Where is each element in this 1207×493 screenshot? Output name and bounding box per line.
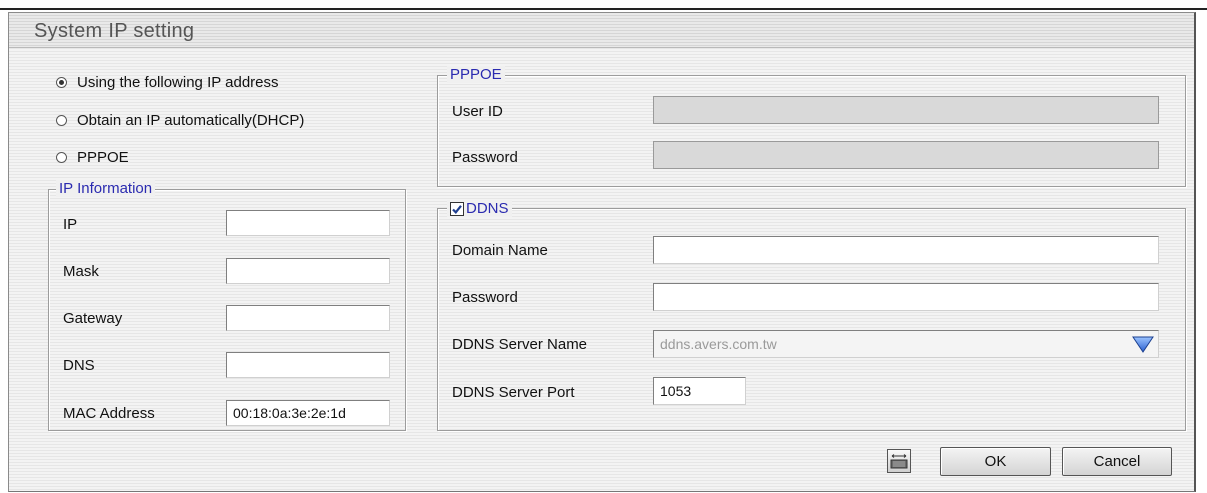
ip-input[interactable]	[226, 210, 390, 236]
ddns-enable-checkbox[interactable]	[450, 201, 464, 216]
cancel-button[interactable]: Cancel	[1062, 447, 1172, 476]
radio-dhcp[interactable]: Obtain an IP automatically(DHCP)	[56, 112, 304, 129]
radio-dhcp-indicator[interactable]	[56, 115, 67, 126]
pppoe-group: PPPOE User ID Password	[437, 66, 1186, 187]
ddns-server-name-label: DDNS Server Name	[452, 336, 588, 353]
radio-pppoe[interactable]: PPPOE	[56, 149, 129, 166]
dns-input[interactable]	[226, 352, 390, 378]
radio-static-ip-indicator[interactable]	[56, 77, 67, 88]
ddns-legend: DDNS	[447, 200, 512, 217]
radio-pppoe-label: PPPOE	[77, 149, 129, 166]
mask-label: Mask	[63, 263, 99, 280]
system-ip-setting-dialog: System IP setting Using the following IP…	[8, 12, 1196, 492]
ddns-server-name-dropdown[interactable]: ddns.avers.com.tw	[653, 330, 1159, 358]
radio-pppoe-indicator[interactable]	[56, 152, 67, 163]
pppoe-legend-text: PPPOE	[450, 66, 502, 83]
ddns-password-label: Password	[452, 289, 518, 306]
ip-information-legend-text: IP Information	[59, 180, 153, 197]
mask-input[interactable]	[226, 258, 390, 284]
pppoe-password-label: Password	[452, 149, 518, 166]
dialog-title: System IP setting	[34, 20, 195, 42]
radio-static-ip-label: Using the following IP address	[77, 74, 279, 91]
ddns-server-port-input[interactable]: 1053	[653, 377, 746, 405]
checkmark-icon	[452, 204, 462, 214]
top-border-line	[0, 8, 1207, 10]
gateway-label: Gateway	[63, 310, 123, 327]
ip-label: IP	[63, 216, 78, 233]
mac-address-label: MAC Address	[63, 405, 155, 422]
ddns-server-name-value: ddns.avers.com.tw	[660, 336, 777, 352]
pppoe-legend: PPPOE	[447, 66, 505, 83]
radio-static-ip[interactable]: Using the following IP address	[56, 74, 279, 91]
ddns-domain-name-input[interactable]	[653, 236, 1159, 264]
radio-dhcp-label: Obtain an IP automatically(DHCP)	[77, 112, 305, 129]
ddns-legend-text: DDNS	[466, 200, 509, 217]
chevron-down-icon[interactable]	[1132, 336, 1154, 353]
ddns-password-input[interactable]	[653, 283, 1159, 311]
ddns-group: DDNS Domain Name Password DDNS Server Na…	[437, 200, 1186, 431]
ip-information-group: IP Information IP Mask Gateway DNS MAC A…	[48, 180, 406, 431]
pppoe-password-input[interactable]	[653, 141, 1159, 169]
ok-button[interactable]: OK	[940, 447, 1051, 476]
dialog-title-bar: System IP setting	[9, 13, 1194, 48]
pppoe-user-id-label: User ID	[452, 103, 503, 120]
ddns-domain-name-label: Domain Name	[452, 242, 548, 259]
pppoe-user-id-input[interactable]	[653, 96, 1159, 124]
dns-label: DNS	[63, 357, 95, 374]
gateway-input[interactable]	[226, 305, 390, 331]
mac-address-field: 00:18:0a:3e:2e:1d	[226, 400, 390, 426]
ddns-server-port-label: DDNS Server Port	[452, 384, 575, 401]
keyboard-icon	[890, 454, 908, 469]
ip-information-legend: IP Information	[56, 180, 156, 197]
keyboard-button[interactable]	[887, 449, 911, 473]
